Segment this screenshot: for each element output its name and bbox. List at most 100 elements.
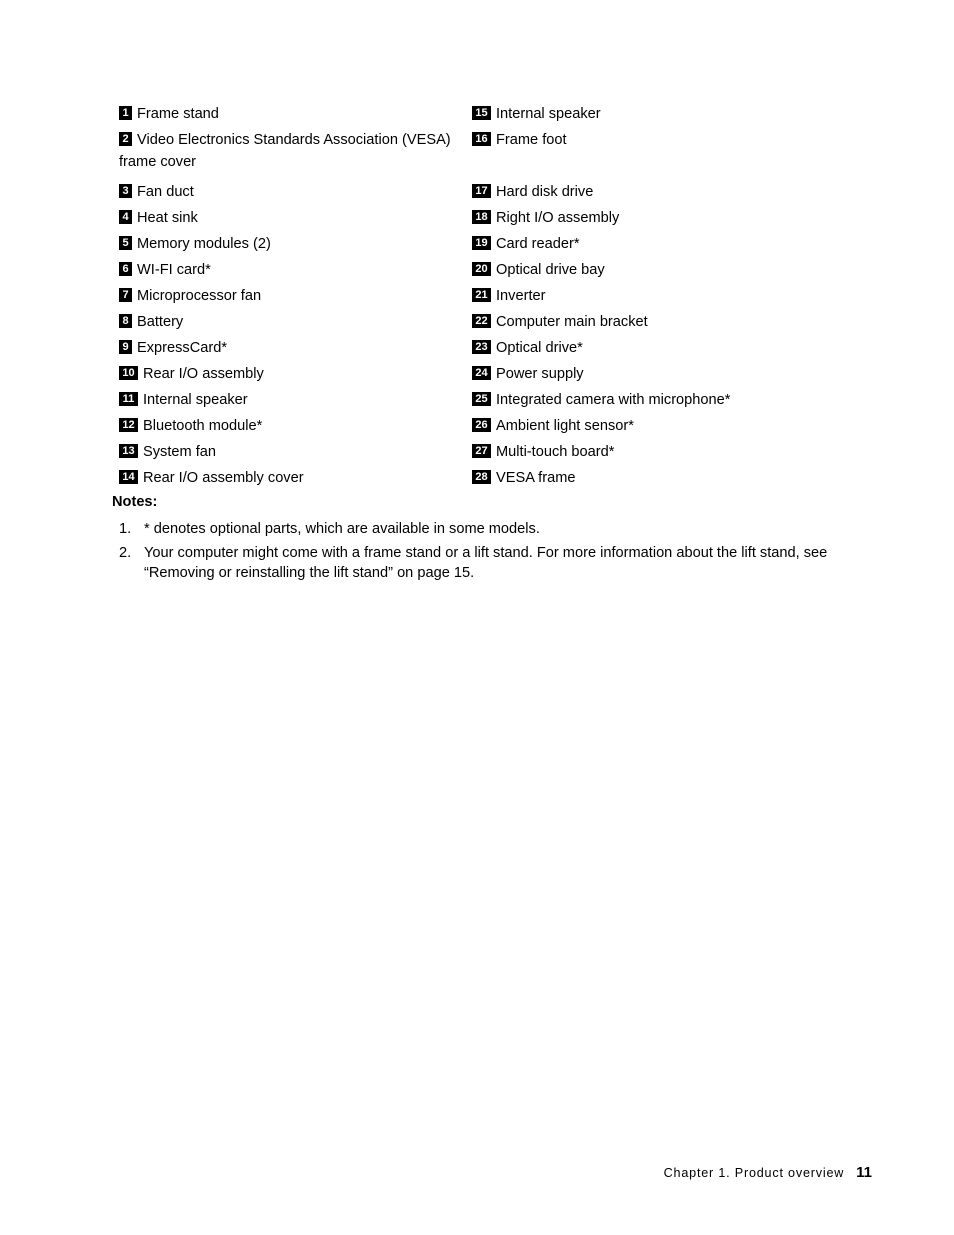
legend-column-right: 15 Internal speaker 16 Frame foot 17 Hard dis… — [472, 103, 872, 493]
legend-item-label: Hard disk drive — [496, 184, 594, 200]
legend-number-badge: 24 — [472, 366, 491, 380]
note-marker: 2. — [119, 545, 132, 561]
footer-chapter-text: Chapter 1. Product overview — [663, 1166, 845, 1180]
legend-number-badge: 12 — [119, 418, 138, 432]
legend-item-label: Internal speaker — [496, 106, 601, 122]
legend-number-badge: 27 — [472, 444, 491, 458]
legend-number-badge: 17 — [472, 184, 491, 198]
legend-item-label: Optical drive* — [496, 340, 583, 356]
legend-item: 22 Computer main bracket — [472, 311, 872, 337]
legend-item: 9 ExpressCard* — [119, 337, 464, 363]
note-marker: 1. — [119, 521, 132, 537]
legend-number-badge: 6 — [119, 262, 132, 276]
legend-item: 26 Ambient light sensor* — [472, 415, 872, 441]
legend-spacer — [472, 155, 872, 181]
note-item: 1. * denotes optional parts, which are av… — [112, 519, 872, 539]
legend-item-label: Card reader* — [496, 236, 580, 252]
legend-number-badge: 21 — [472, 288, 491, 302]
legend-item: 6 WI-FI card* — [119, 259, 464, 285]
legend-number-badge: 18 — [472, 210, 491, 224]
legend-item: 4 Heat sink — [119, 207, 464, 233]
legend-item-label: Fan duct — [137, 184, 194, 200]
legend-item-label: Battery — [137, 314, 184, 330]
note-text: Your computer might come with a frame st… — [144, 545, 828, 581]
page-footer: Chapter 1. Product overview 11 — [0, 1164, 872, 1181]
legend-number-badge: 15 — [472, 106, 491, 120]
legend-number-badge: 13 — [119, 444, 138, 458]
legend-item: 17 Hard disk drive — [472, 181, 872, 207]
legend-item-label: Power supply — [496, 366, 584, 382]
notes-heading: Notes: — [112, 494, 158, 510]
notes-section: Notes: 1. * denotes optional parts, which… — [112, 494, 872, 587]
legend-item-label: Heat sink — [137, 210, 198, 226]
legend-number-badge: 1 — [119, 106, 132, 120]
legend-item-label: WI-FI card* — [137, 262, 211, 278]
legend-item-label: Computer main bracket — [496, 314, 648, 330]
note-item: 2. Your computer might come with a frame … — [112, 543, 872, 583]
legend-item: 24 Power supply — [472, 363, 872, 389]
legend-item: 5 Memory modules (2) — [119, 233, 464, 259]
legend-number-badge: 3 — [119, 184, 132, 198]
legend-item-label: Video Electronics Standards Association … — [119, 132, 451, 170]
legend-number-badge: 22 — [472, 314, 491, 328]
legend-item: 12 Bluetooth module* — [119, 415, 464, 441]
legend-item-label: Memory modules (2) — [137, 236, 271, 252]
legend-item: 15 Internal speaker — [472, 103, 872, 129]
manual-page: 1 Frame stand 2 Video Electronics Standards… — [0, 0, 954, 1235]
legend-number-badge: 14 — [119, 470, 138, 484]
legend-item: 20 Optical drive bay — [472, 259, 872, 285]
legend-item: 10 Rear I/O assembly — [119, 363, 464, 389]
legend-item: 8 Battery — [119, 311, 464, 337]
legend-item-label: Inverter — [496, 288, 546, 304]
legend-item-label: ExpressCard* — [137, 340, 228, 356]
legend-item-label: VESA frame — [496, 470, 576, 486]
legend-item-label: Frame foot — [496, 132, 567, 148]
legend-item: 14 Rear I/O assembly cover — [119, 467, 464, 493]
legend-item: 2 Video Electronics Standards Association… — [119, 129, 464, 181]
legend-item: 23 Optical drive* — [472, 337, 872, 363]
legend-item: 19 Card reader* — [472, 233, 872, 259]
legend-number-badge: 11 — [119, 392, 138, 406]
notes-list: 1. * denotes optional parts, which are av… — [112, 519, 872, 583]
legend-number-badge: 20 — [472, 262, 491, 276]
legend-item: 3 Fan duct — [119, 181, 464, 207]
legend-number-badge: 16 — [472, 132, 491, 146]
legend-number-badge: 19 — [472, 236, 491, 250]
legend-item: 1 Frame stand — [119, 103, 464, 129]
legend-item-label: Frame stand — [137, 106, 219, 122]
legend-item-label: Optical drive bay — [496, 262, 605, 278]
legend-item-label: Bluetooth module* — [143, 418, 263, 434]
legend-item: 11 Internal speaker — [119, 389, 464, 415]
legend-number-badge: 8 — [119, 314, 132, 328]
legend-number-badge: 9 — [119, 340, 132, 354]
legend-number-badge: 26 — [472, 418, 491, 432]
legend-number-badge: 5 — [119, 236, 132, 250]
legend-item-label: System fan — [143, 444, 216, 460]
legend-item: 18 Right I/O assembly — [472, 207, 872, 233]
note-text: * denotes optional parts, which are avai… — [144, 521, 540, 537]
legend-item: 13 System fan — [119, 441, 464, 467]
legend-item-label: Internal speaker — [143, 392, 248, 408]
legend-item-label: Right I/O assembly — [496, 210, 620, 226]
legend-item: 27 Multi-touch board* — [472, 441, 872, 467]
legend-item-label: Microprocessor fan — [137, 288, 262, 304]
legend-item: 28 VESA frame — [472, 467, 872, 493]
legend-item-label: Rear I/O assembly cover — [143, 470, 304, 486]
legend-number-badge: 28 — [472, 470, 491, 484]
legend-item: 21 Inverter — [472, 285, 872, 311]
legend-item: 7 Microprocessor fan — [119, 285, 464, 311]
legend-item-label: Multi-touch board* — [496, 444, 615, 460]
footer-page-number: 11 — [856, 1164, 872, 1181]
legend-item: 25 Integrated camera with microphone* — [472, 389, 872, 415]
legend-item-label: Ambient light sensor* — [496, 418, 634, 434]
legend-number-badge: 4 — [119, 210, 132, 224]
legend-number-badge: 23 — [472, 340, 491, 354]
legend-item-label: Rear I/O assembly — [143, 366, 264, 382]
legend-item: 16 Frame foot — [472, 129, 872, 155]
legend-number-badge: 7 — [119, 288, 132, 302]
legend-number-badge: 2 — [119, 132, 132, 146]
legend-column-left: 1 Frame stand 2 Video Electronics Standards… — [119, 103, 464, 493]
legend-number-badge: 10 — [119, 366, 138, 380]
legend-number-badge: 25 — [472, 392, 491, 406]
legend-item-label: Integrated camera with microphone* — [496, 392, 731, 408]
